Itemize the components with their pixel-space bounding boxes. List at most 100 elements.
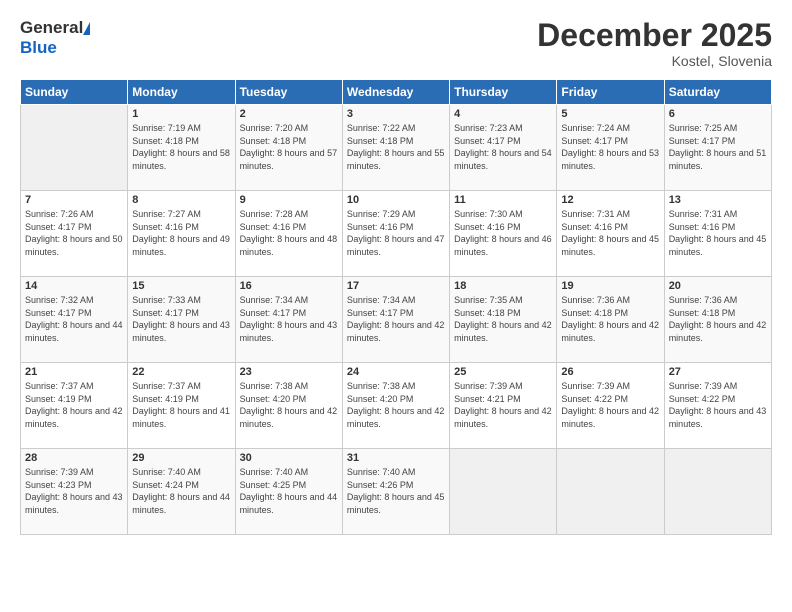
day-number: 29 xyxy=(132,452,230,464)
day-info: Sunrise: 7:23 AM Sunset: 4:17 PM Dayligh… xyxy=(454,122,552,172)
calendar-cell: 17 Sunrise: 7:34 AM Sunset: 4:17 PM Dayli… xyxy=(342,277,449,363)
day-info: Sunrise: 7:30 AM Sunset: 4:16 PM Dayligh… xyxy=(454,208,552,258)
logo-blue-row: Blue xyxy=(20,38,57,58)
week-row-2: 7Sunrise: 7:26 AM Sunset: 4:17 PM Daylig… xyxy=(21,191,772,277)
day-number: 15 xyxy=(132,280,230,292)
logo-blue: Blue xyxy=(20,38,57,57)
calendar-cell: 28 Sunrise: 7:39 AM Sunset: 4:23 PM Dayli… xyxy=(21,449,128,535)
days-header-row: Sunday Monday Tuesday Wednesday Thursday… xyxy=(21,80,772,105)
day-info: Sunrise: 7:28 AM Sunset: 4:16 PM Dayligh… xyxy=(240,208,338,258)
day-number: 9 xyxy=(240,194,338,206)
logo-general: General xyxy=(20,18,83,38)
calendar-cell: 14 Sunrise: 7:32 AM Sunset: 4:17 PM Dayli… xyxy=(21,277,128,363)
calendar-cell: 6 Sunrise: 7:25 AM Sunset: 4:17 PM Daylig… xyxy=(664,105,771,191)
header-friday: Friday xyxy=(557,80,664,105)
day-number: 27 xyxy=(669,366,767,378)
calendar-cell: 2 Sunrise: 7:20 AM Sunset: 4:18 PM Daylig… xyxy=(235,105,342,191)
calendar-cell xyxy=(557,449,664,535)
calendar-cell: 4Sunrise: 7:23 AM Sunset: 4:17 PM Daylig… xyxy=(450,105,557,191)
day-number: 17 xyxy=(347,280,445,292)
day-number: 5 xyxy=(561,108,659,120)
week-row-3: 14 Sunrise: 7:32 AM Sunset: 4:17 PM Dayli… xyxy=(21,277,772,363)
calendar-cell: 3Sunrise: 7:22 AM Sunset: 4:18 PM Daylig… xyxy=(342,105,449,191)
page: General Blue December 2025 Kostel, Slove… xyxy=(0,0,792,612)
day-number: 24 xyxy=(347,366,445,378)
day-info: Sunrise: 7:31 AM Sunset: 4:16 PM Dayligh… xyxy=(669,208,767,258)
day-number: 30 xyxy=(240,452,338,464)
calendar-cell: 22Sunrise: 7:37 AM Sunset: 4:19 PM Dayli… xyxy=(128,363,235,449)
header-monday: Monday xyxy=(128,80,235,105)
day-info: Sunrise: 7:20 AM Sunset: 4:18 PM Dayligh… xyxy=(240,122,338,172)
calendar-cell: 7Sunrise: 7:26 AM Sunset: 4:17 PM Daylig… xyxy=(21,191,128,277)
calendar-cell xyxy=(664,449,771,535)
day-info: Sunrise: 7:33 AM Sunset: 4:17 PM Dayligh… xyxy=(132,294,230,344)
day-info: Sunrise: 7:24 AM Sunset: 4:17 PM Dayligh… xyxy=(561,122,659,172)
calendar-cell: 9 Sunrise: 7:28 AM Sunset: 4:16 PM Daylig… xyxy=(235,191,342,277)
calendar-cell: 11 Sunrise: 7:30 AM Sunset: 4:16 PM Dayli… xyxy=(450,191,557,277)
location: Kostel, Slovenia xyxy=(537,53,772,69)
calendar-cell: 23 Sunrise: 7:38 AM Sunset: 4:20 PM Dayli… xyxy=(235,363,342,449)
day-info: Sunrise: 7:34 AM Sunset: 4:17 PM Dayligh… xyxy=(240,294,338,344)
day-info: Sunrise: 7:25 AM Sunset: 4:17 PM Dayligh… xyxy=(669,122,767,172)
day-info: Sunrise: 7:32 AM Sunset: 4:17 PM Dayligh… xyxy=(25,294,123,344)
title-section: December 2025 Kostel, Slovenia xyxy=(537,18,772,69)
day-number: 20 xyxy=(669,280,767,292)
day-info: Sunrise: 7:38 AM Sunset: 4:20 PM Dayligh… xyxy=(240,380,338,430)
header: General Blue December 2025 Kostel, Slove… xyxy=(20,18,772,69)
calendar-cell: 19Sunrise: 7:36 AM Sunset: 4:18 PM Dayli… xyxy=(557,277,664,363)
calendar-cell: 5 Sunrise: 7:24 AM Sunset: 4:17 PM Daylig… xyxy=(557,105,664,191)
day-info: Sunrise: 7:39 AM Sunset: 4:22 PM Dayligh… xyxy=(669,380,767,430)
day-info: Sunrise: 7:40 AM Sunset: 4:25 PM Dayligh… xyxy=(240,466,338,516)
day-info: Sunrise: 7:37 AM Sunset: 4:19 PM Dayligh… xyxy=(25,380,123,430)
day-info: Sunrise: 7:29 AM Sunset: 4:16 PM Dayligh… xyxy=(347,208,445,258)
logo-triangle-icon xyxy=(83,22,90,35)
day-info: Sunrise: 7:34 AM Sunset: 4:17 PM Dayligh… xyxy=(347,294,445,344)
calendar-cell: 24 Sunrise: 7:38 AM Sunset: 4:20 PM Dayli… xyxy=(342,363,449,449)
day-info: Sunrise: 7:39 AM Sunset: 4:22 PM Dayligh… xyxy=(561,380,659,430)
day-number: 16 xyxy=(240,280,338,292)
calendar-cell: 13 Sunrise: 7:31 AM Sunset: 4:16 PM Dayli… xyxy=(664,191,771,277)
calendar-cell: 8Sunrise: 7:27 AM Sunset: 4:16 PM Daylig… xyxy=(128,191,235,277)
calendar-cell: 31 Sunrise: 7:40 AM Sunset: 4:26 PM Dayli… xyxy=(342,449,449,535)
logo-wrapper: General xyxy=(20,18,90,38)
day-number: 12 xyxy=(561,194,659,206)
day-number: 2 xyxy=(240,108,338,120)
day-info: Sunrise: 7:35 AM Sunset: 4:18 PM Dayligh… xyxy=(454,294,552,344)
day-number: 13 xyxy=(669,194,767,206)
day-number: 19 xyxy=(561,280,659,292)
week-row-1: 1Sunrise: 7:19 AM Sunset: 4:18 PM Daylig… xyxy=(21,105,772,191)
day-number: 11 xyxy=(454,194,552,206)
day-number: 28 xyxy=(25,452,123,464)
header-wednesday: Wednesday xyxy=(342,80,449,105)
day-number: 31 xyxy=(347,452,445,464)
day-number: 14 xyxy=(25,280,123,292)
day-number: 26 xyxy=(561,366,659,378)
day-number: 25 xyxy=(454,366,552,378)
day-number: 6 xyxy=(669,108,767,120)
calendar: Sunday Monday Tuesday Wednesday Thursday… xyxy=(20,79,772,535)
calendar-header: Sunday Monday Tuesday Wednesday Thursday… xyxy=(21,80,772,105)
day-info: Sunrise: 7:22 AM Sunset: 4:18 PM Dayligh… xyxy=(347,122,445,172)
day-info: Sunrise: 7:38 AM Sunset: 4:20 PM Dayligh… xyxy=(347,380,445,430)
day-number: 21 xyxy=(25,366,123,378)
header-sunday: Sunday xyxy=(21,80,128,105)
calendar-cell xyxy=(21,105,128,191)
calendar-cell: 10Sunrise: 7:29 AM Sunset: 4:16 PM Dayli… xyxy=(342,191,449,277)
calendar-cell: 29Sunrise: 7:40 AM Sunset: 4:24 PM Dayli… xyxy=(128,449,235,535)
calendar-cell: 16 Sunrise: 7:34 AM Sunset: 4:17 PM Dayli… xyxy=(235,277,342,363)
calendar-cell: 25Sunrise: 7:39 AM Sunset: 4:21 PM Dayli… xyxy=(450,363,557,449)
day-number: 22 xyxy=(132,366,230,378)
day-number: 8 xyxy=(132,194,230,206)
calendar-cell: 21 Sunrise: 7:37 AM Sunset: 4:19 PM Dayli… xyxy=(21,363,128,449)
day-number: 7 xyxy=(25,194,123,206)
header-thursday: Thursday xyxy=(450,80,557,105)
calendar-cell: 20 Sunrise: 7:36 AM Sunset: 4:18 PM Dayli… xyxy=(664,277,771,363)
header-saturday: Saturday xyxy=(664,80,771,105)
day-info: Sunrise: 7:36 AM Sunset: 4:18 PM Dayligh… xyxy=(669,294,767,344)
calendar-cell: 30 Sunrise: 7:40 AM Sunset: 4:25 PM Dayli… xyxy=(235,449,342,535)
day-info: Sunrise: 7:40 AM Sunset: 4:26 PM Dayligh… xyxy=(347,466,445,516)
day-number: 23 xyxy=(240,366,338,378)
day-info: Sunrise: 7:31 AM Sunset: 4:16 PM Dayligh… xyxy=(561,208,659,258)
day-info: Sunrise: 7:39 AM Sunset: 4:23 PM Dayligh… xyxy=(25,466,123,516)
calendar-cell: 26 Sunrise: 7:39 AM Sunset: 4:22 PM Dayli… xyxy=(557,363,664,449)
